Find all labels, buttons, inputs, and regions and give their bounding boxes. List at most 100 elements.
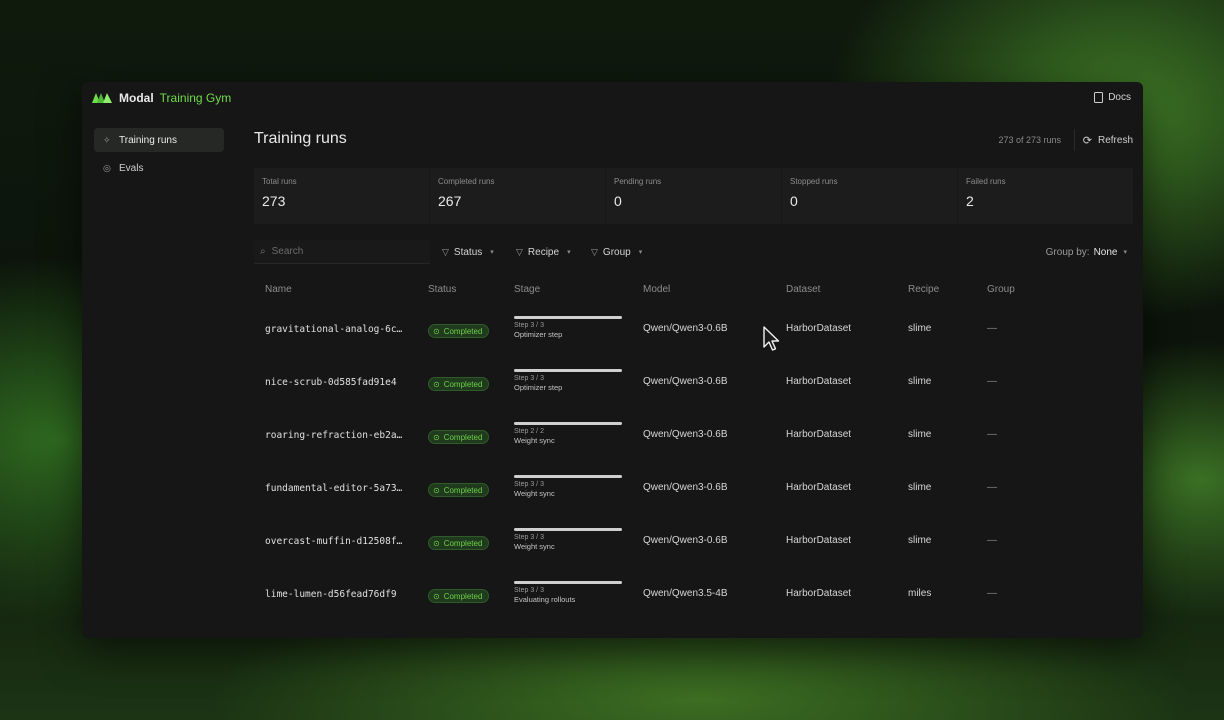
stage-step: Step 3 / 3	[514, 375, 544, 382]
recipe-cell: miles	[908, 588, 932, 599]
status-badge: ⊙ Completed	[428, 483, 490, 497]
group-cell: —	[987, 376, 997, 387]
sidebar: ✧ Training runs ◎ Evals	[94, 128, 224, 184]
stage-label: Weight sync	[514, 542, 555, 551]
stage-progress-bar	[514, 475, 622, 478]
recipe-cell: slime	[908, 323, 932, 334]
chevron-down-icon: ▾	[490, 249, 494, 256]
column-header-model[interactable]: Model	[643, 284, 670, 295]
filter-label: Status	[453, 246, 483, 258]
sparkle-icon: ✧	[103, 134, 111, 145]
stage-label: Optimizer step	[514, 383, 563, 392]
refresh-button[interactable]: ⟳ Refresh	[1073, 129, 1133, 151]
model-cell: Qwen/Qwen3.5-4B	[643, 588, 728, 599]
sidebar-item-evals[interactable]: ◎ Evals	[94, 156, 224, 180]
status-label: Completed	[443, 485, 483, 495]
status-badge: ⊙ Completed	[428, 430, 490, 444]
run-name[interactable]: fundamental-editor-5a73…	[265, 483, 402, 494]
dataset-cell: HarborDataset	[786, 323, 852, 334]
check-circle-icon: ⊙	[433, 326, 440, 336]
stage-step: Step 3 / 3	[514, 587, 544, 594]
search-placeholder: Search	[271, 246, 304, 257]
status-badge: ⊙ Completed	[428, 377, 490, 391]
column-header-name[interactable]: Name	[265, 284, 292, 295]
column-header-status[interactable]: Status	[428, 284, 456, 295]
chevron-down-icon: ▾	[638, 249, 643, 256]
table-row[interactable]: nice-scrub-0d585fad91e4 ⊙ Completed Step 3 …	[254, 357, 1133, 410]
check-circle-icon: ⊙	[433, 538, 440, 548]
search-icon: ⌕	[260, 246, 266, 257]
refresh-icon: ⟳	[1082, 134, 1092, 147]
stage-progress: Step 2 / 2 Weight sync	[514, 422, 622, 445]
stage-progress: Step 3 / 3 Optimizer step	[514, 316, 622, 339]
table-row[interactable]: gravitational-analog-6c… ⊙ Completed Step 3…	[254, 304, 1133, 357]
chevron-down-icon: ▾	[1123, 249, 1127, 256]
stat-value: 0	[790, 193, 798, 209]
status-label: Completed	[443, 379, 483, 389]
check-circle-icon: ⊙	[433, 591, 440, 601]
run-name[interactable]: nice-scrub-0d585fad91e4	[265, 377, 397, 388]
sidebar-item-label: Evals	[119, 162, 144, 174]
table-row[interactable]: lime-lumen-d56fead76df9 ⊙ Completed Step 3 …	[254, 569, 1133, 622]
stat-value: 2	[966, 193, 974, 209]
status-label: Completed	[443, 591, 483, 601]
stage-progress-bar	[514, 528, 622, 531]
stage-step: Step 3 / 3	[514, 534, 544, 541]
stat-value: 273	[262, 193, 286, 209]
filter-group[interactable]: ▽ Group ▾	[585, 240, 648, 264]
modal-logo-icon	[92, 93, 112, 103]
status-badge: ⊙ Completed	[428, 589, 490, 603]
run-name[interactable]: gravitational-analog-6c…	[265, 324, 402, 335]
table-row[interactable]: fundamental-editor-5a73… ⊙ Completed Step 3…	[254, 463, 1133, 516]
stage-label: Weight sync	[514, 489, 555, 498]
group-cell: —	[987, 429, 997, 440]
stat-total-runs: Total runs 273	[254, 168, 429, 224]
group-by-label: Group by:	[1045, 246, 1090, 258]
brand[interactable]: Modal Training Gym	[91, 91, 231, 105]
page-title: Training runs	[254, 130, 347, 147]
group-cell: —	[987, 588, 997, 599]
sidebar-item-training-runs[interactable]: ✧ Training runs	[94, 128, 224, 152]
dataset-cell: HarborDataset	[786, 535, 852, 546]
filter-status[interactable]: ▽ Status ▾	[436, 240, 500, 264]
recipe-cell: slime	[908, 376, 932, 387]
filter-recipe[interactable]: ▽ Recipe ▾	[510, 240, 577, 264]
stat-label: Failed runs	[966, 177, 1006, 186]
group-by-select[interactable]: Group by: None ▾	[1046, 240, 1127, 264]
stage-progress: Step 3 / 3 Weight sync	[514, 528, 622, 551]
dataset-cell: HarborDataset	[786, 482, 852, 493]
table-row[interactable]: roaring-refraction-eb2a… ⊙ Completed Step 2…	[254, 410, 1133, 463]
group-by-value: None	[1093, 246, 1118, 258]
search-input[interactable]: ⌕ Search	[254, 240, 430, 264]
table-row[interactable]: overcast-muffin-d12508f… ⊙ Completed Step 3…	[254, 516, 1133, 569]
recipe-cell: slime	[908, 429, 932, 440]
run-name[interactable]: roaring-refraction-eb2a…	[265, 430, 402, 441]
stage-step: Step 3 / 3	[514, 481, 544, 488]
stage-progress-bar	[514, 369, 622, 372]
stage-progress: Step 3 / 3 Weight sync	[514, 475, 622, 498]
filter-bar: ⌕ Search ▽ Status ▾ ▽ Recipe ▾ ▽ Group ▾…	[254, 240, 1133, 264]
stage-progress: Step 3 / 3 Evaluating rollouts	[514, 581, 622, 604]
filter-label: Recipe	[527, 246, 560, 258]
check-circle-icon: ⊙	[433, 485, 440, 495]
refresh-label: Refresh	[1097, 134, 1133, 146]
stat-label: Completed runs	[438, 177, 495, 186]
stat-label: Total runs	[262, 177, 297, 186]
stage-progress-bar	[514, 316, 622, 319]
column-header-stage[interactable]: Stage	[514, 284, 540, 295]
run-name[interactable]: overcast-muffin-d12508f…	[265, 536, 402, 547]
recipe-cell: slime	[908, 535, 932, 546]
check-circle-icon: ⊙	[433, 432, 440, 442]
column-header-dataset[interactable]: Dataset	[786, 284, 820, 295]
main-content: Training runs 273 of 273 runs ⟳ Refresh …	[254, 82, 1143, 638]
stage-step: Step 2 / 2	[514, 428, 544, 435]
stage-label: Evaluating rollouts	[514, 595, 576, 604]
brand-product: Training Gym	[159, 91, 232, 105]
dataset-cell: HarborDataset	[786, 376, 852, 387]
column-header-group[interactable]: Group	[987, 284, 1015, 295]
filter-icon: ▽	[442, 246, 449, 257]
stat-stopped-runs: Stopped runs 0	[782, 168, 957, 224]
run-name[interactable]: lime-lumen-d56fead76df9	[265, 589, 397, 600]
group-cell: —	[987, 323, 997, 334]
column-header-recipe[interactable]: Recipe	[908, 284, 939, 295]
